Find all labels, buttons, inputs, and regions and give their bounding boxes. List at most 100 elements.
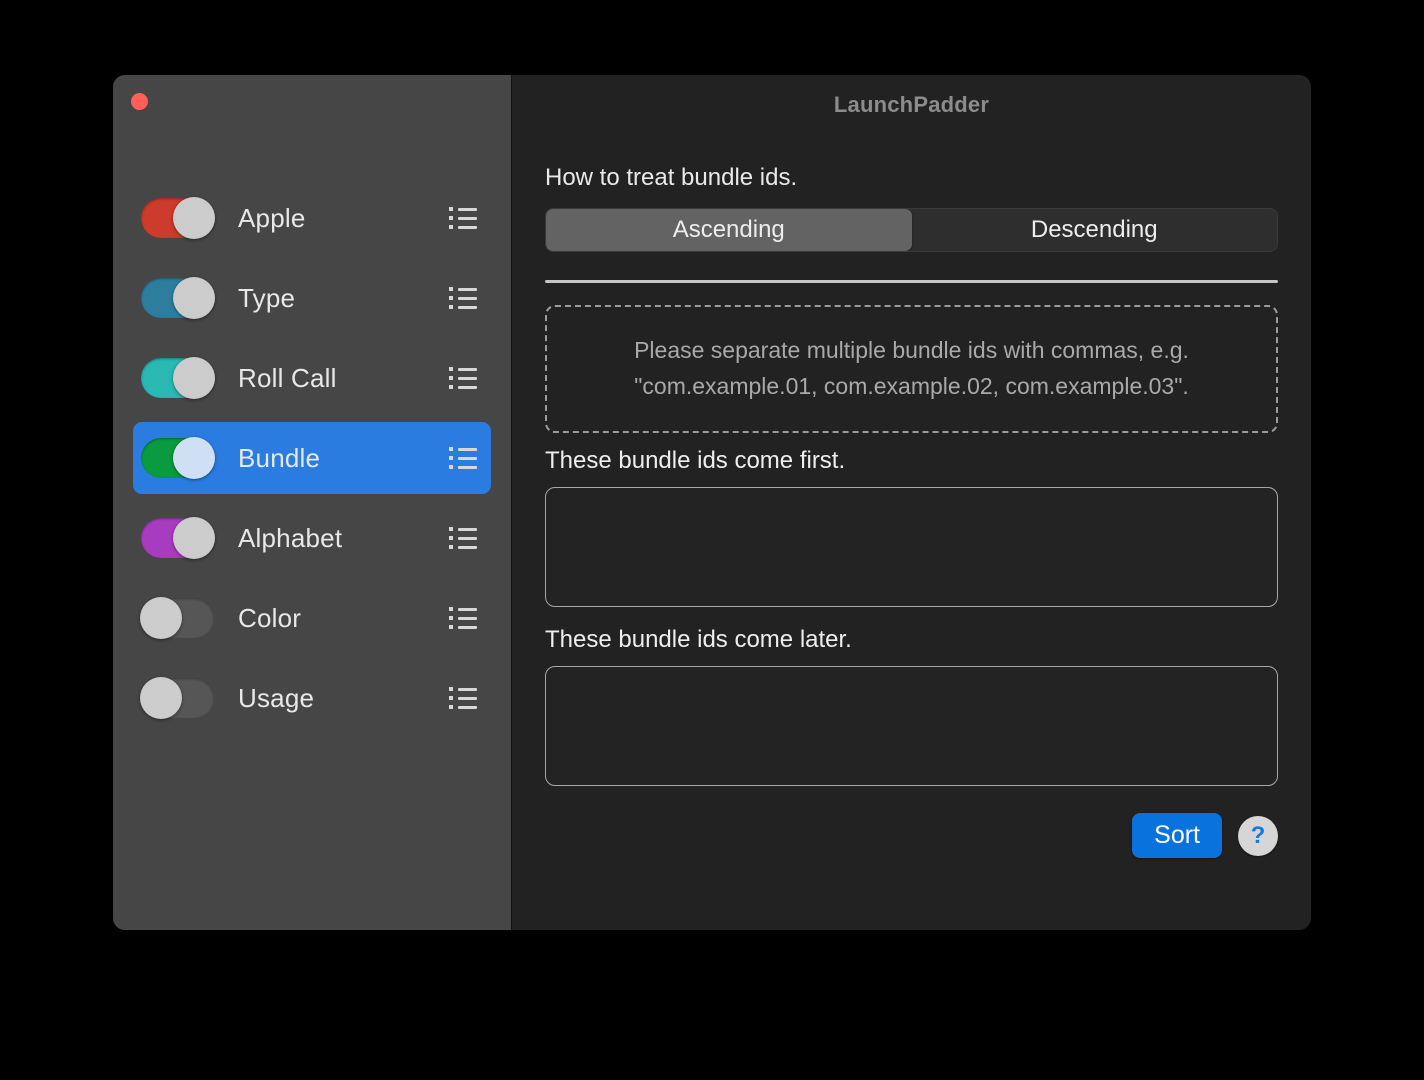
list-icon-bullet (449, 616, 453, 620)
sidebar: Apple Type Roll Call Bundle Alphabet Color Usa… (113, 75, 512, 930)
list-icon-bar (458, 527, 477, 531)
list-icon-bullet (449, 465, 453, 469)
list-icon[interactable] (449, 367, 477, 389)
list-icon-bullet (449, 385, 453, 389)
list-icon-bullet (449, 696, 453, 700)
page-title: LaunchPadder (833, 92, 990, 117)
sidebar-item-label: Alphabet (238, 522, 343, 553)
list-icon-bullet (449, 305, 453, 309)
list-icon-bar (458, 616, 477, 620)
sidebar-item-color[interactable]: Color (133, 582, 491, 654)
toggle-knob (140, 677, 182, 719)
list-icon-bar (458, 376, 477, 380)
list-icon-bullet (449, 527, 453, 531)
sidebar-item-list: Apple Type Roll Call Bundle Alphabet Color Usa… (113, 182, 511, 742)
sort-button[interactable]: Sort (1132, 813, 1222, 858)
list-icon-row (449, 376, 477, 380)
list-icon-bar (458, 705, 477, 709)
list-icon-bar (458, 696, 477, 700)
sidebar-item-bundle[interactable]: Bundle (133, 422, 491, 494)
toggle-type[interactable] (141, 277, 215, 319)
sidebar-item-label: Usage (238, 682, 315, 713)
toggle-alphabet[interactable] (141, 517, 215, 559)
list-icon-bullet (449, 536, 453, 540)
hint-text: Please separate multiple bundle ids with… (634, 337, 1189, 399)
hint-box: Please separate multiple bundle ids with… (545, 305, 1278, 433)
toggle-knob (140, 597, 182, 639)
tab-descending[interactable]: Descending (912, 209, 1278, 251)
list-icon-bar (458, 447, 477, 451)
list-icon[interactable] (449, 287, 477, 309)
list-icon-bullet (449, 287, 453, 291)
close-button-icon[interactable] (131, 93, 148, 110)
list-icon[interactable] (449, 527, 477, 549)
list-icon-bar (458, 456, 477, 460)
sidebar-item-apple[interactable]: Apple (133, 182, 491, 254)
toggle-roll-call[interactable] (141, 357, 215, 399)
list-icon-row (449, 305, 477, 309)
list-icon-row (449, 287, 477, 291)
toggle-apple[interactable] (141, 197, 215, 239)
sidebar-item-alphabet[interactable]: Alphabet (133, 502, 491, 574)
list-icon-bar (458, 545, 477, 549)
sidebar-item-type[interactable]: Type (133, 262, 491, 334)
later-field-label: These bundle ids come later. (545, 626, 852, 653)
list-icon-bar (458, 367, 477, 371)
list-icon-row (449, 607, 477, 611)
list-icon-bullet (449, 367, 453, 371)
list-icon[interactable] (449, 207, 477, 229)
list-icon[interactable] (449, 687, 477, 709)
help-button[interactable]: ? (1238, 815, 1278, 856)
list-icon-row (449, 465, 477, 469)
toggle-knob (173, 517, 215, 559)
toggle-color[interactable] (140, 597, 214, 639)
sidebar-item-label: Color (238, 602, 302, 633)
sidebar-item-roll-call[interactable]: Roll Call (133, 342, 491, 414)
list-icon-bar (458, 287, 477, 291)
toggle-knob (173, 197, 215, 239)
list-icon[interactable] (449, 607, 477, 629)
bundle-ids-first-input[interactable] (545, 487, 1278, 607)
list-icon-row (449, 367, 477, 371)
list-icon-bar (458, 296, 477, 300)
list-icon-row (449, 447, 477, 451)
toggle-usage[interactable] (140, 677, 214, 719)
sort-order-segmented-control[interactable]: Ascending Descending (545, 208, 1278, 252)
toggle-bundle[interactable] (141, 437, 215, 479)
tab-ascending[interactable]: Ascending (546, 209, 912, 251)
list-icon-row (449, 545, 477, 549)
list-icon-bullet (449, 625, 453, 629)
list-icon-row (449, 616, 477, 620)
list-icon[interactable] (449, 447, 477, 469)
list-icon-bar (458, 687, 477, 691)
toggle-knob (173, 357, 215, 399)
sidebar-item-label: Type (238, 282, 296, 313)
section-divider (545, 280, 1278, 283)
list-icon-bar (458, 625, 477, 629)
list-icon-bar (458, 305, 477, 309)
list-icon-row (449, 296, 477, 300)
list-icon-bullet (449, 296, 453, 300)
list-icon-row (449, 225, 477, 229)
list-icon-row (449, 536, 477, 540)
footer-actions: Sort ? (545, 813, 1278, 858)
list-icon-bar (458, 465, 477, 469)
list-icon-bullet (449, 705, 453, 709)
list-icon-row (449, 527, 477, 531)
list-icon-row (449, 705, 477, 709)
list-icon-bullet (449, 687, 453, 691)
list-icon-row (449, 207, 477, 211)
list-icon-bullet (449, 225, 453, 229)
sidebar-item-usage[interactable]: Usage (133, 662, 491, 734)
list-icon-bullet (449, 607, 453, 611)
list-icon-row (449, 456, 477, 460)
list-icon-bullet (449, 456, 453, 460)
list-icon-bullet (449, 376, 453, 380)
main-panel: LaunchPadder How to treat bundle ids. As… (512, 75, 1311, 930)
list-icon-bullet (449, 207, 453, 211)
list-icon-bar (458, 607, 477, 611)
toggle-knob (173, 277, 215, 319)
list-icon-row (449, 385, 477, 389)
bundle-ids-later-input[interactable] (545, 666, 1278, 786)
window-traffic-lights (131, 93, 148, 110)
